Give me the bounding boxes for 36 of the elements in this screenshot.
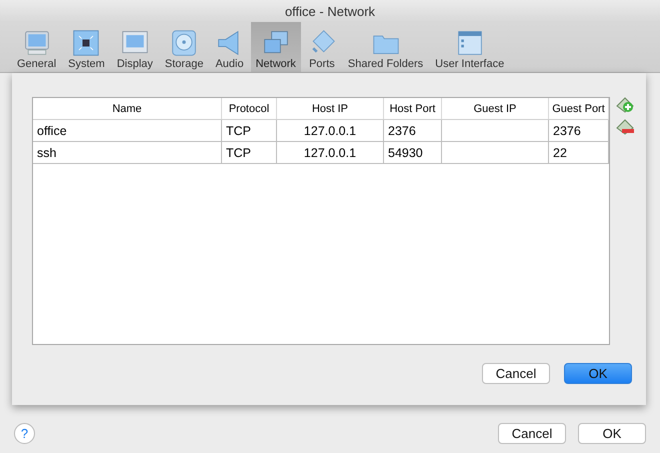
toolbar-tab[interactable]: Display [112,22,158,72]
toolbar-tab[interactable]: Network [250,22,301,72]
ok-button[interactable]: OK [564,363,632,384]
table-cell: TCP [222,142,277,163]
table-cell: 2376 [384,120,442,141]
table-cell: 2376 [549,120,609,141]
table-cell: 127.0.0.1 [277,142,384,163]
table-cell: 127.0.0.1 [277,120,384,141]
table-cell: 22 [549,142,609,163]
chip-icon [72,29,100,57]
toolbar-tab[interactable]: Storage [160,22,208,72]
window-icon [456,29,484,57]
help-button[interactable]: ? [14,422,35,444]
window-title: office - Network [284,4,376,18]
table-cell: 54930 [384,142,442,163]
remove-rule-icon[interactable] [616,119,634,135]
column-header[interactable]: Host IP [277,98,384,119]
cancel-button[interactable]: Cancel [482,363,550,384]
toolbar-tab[interactable]: Shared Folders [342,22,428,72]
add-rule-icon[interactable] [616,97,634,113]
ok-button[interactable]: OK [578,422,646,444]
toolbar-tab[interactable]: Ports [302,22,341,72]
toolbar-tab[interactable]: General [12,22,62,72]
toolbar-tab[interactable]: System [63,22,110,72]
column-header[interactable]: Protocol [222,98,277,119]
column-header[interactable]: Host Port [384,98,442,119]
toolbar-tab[interactable]: Audio [210,22,249,72]
column-header[interactable]: Guest Port [549,98,609,119]
column-header[interactable]: Guest IP [442,98,549,119]
toolbar-tab[interactable]: User Interface [430,22,510,72]
cancel-button[interactable]: Cancel [498,422,566,444]
table-cell: TCP [222,120,277,141]
table-cell: ssh [33,142,222,163]
monitor-icon [22,29,51,57]
column-header[interactable]: Name [33,98,222,119]
table-cell: office [33,120,222,141]
